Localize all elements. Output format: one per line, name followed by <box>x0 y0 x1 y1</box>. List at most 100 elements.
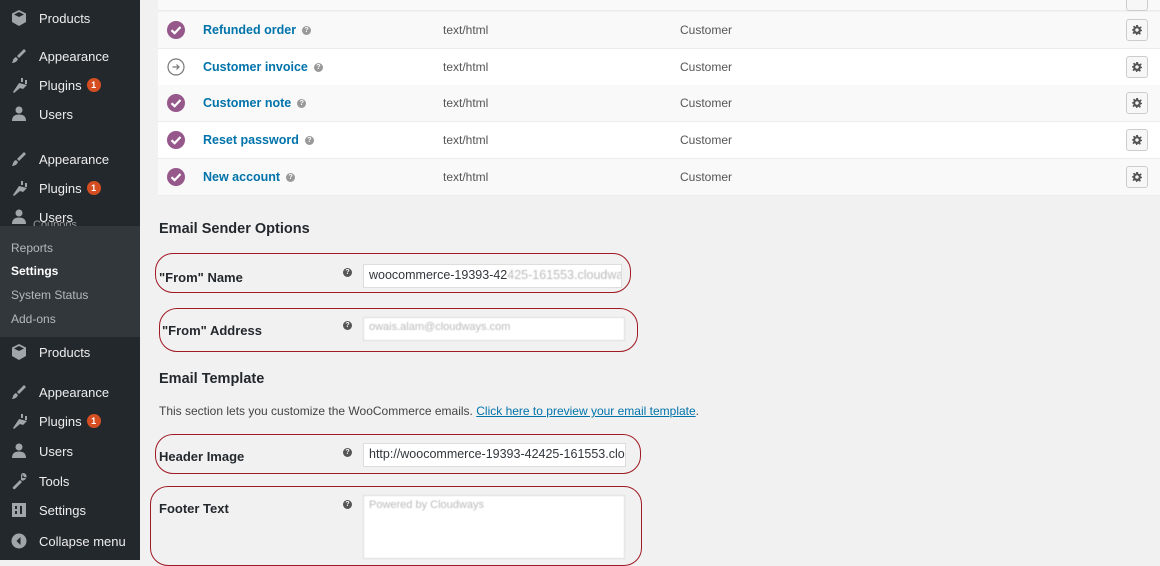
email-row: Customer invoice? text/html Customer <box>158 49 1160 86</box>
email-template-heading: Email Template <box>159 371 265 387</box>
collapse-icon <box>9 531 29 551</box>
from-name-value: woocommerce-19393-42 <box>369 268 508 282</box>
email-name-text: Reset password <box>203 133 299 147</box>
email-name-link[interactable]: Refunded order? <box>203 23 312 37</box>
sidebar-item-label: Appearance <box>39 151 110 167</box>
users-icon <box>9 104 29 124</box>
appearance-icon <box>9 46 29 66</box>
settings-content: Refunded order? text/html Customer Customer… <box>140 0 1160 566</box>
enabled-check-icon <box>167 131 185 149</box>
email-row: New account? text/html Customer <box>158 159 1160 196</box>
sidebar-item-settings[interactable]: Settings <box>0 495 140 525</box>
content-type-cell: text/html <box>443 60 489 74</box>
manage-button[interactable] <box>1126 19 1148 41</box>
sidebar-item-label: Tools <box>39 473 70 489</box>
email-name-link[interactable]: Customer note? <box>203 96 307 110</box>
sidebar-item-tools[interactable]: Tools <box>0 466 140 496</box>
manage-button[interactable] <box>1126 166 1148 188</box>
sidebar-item-label: Appearance <box>39 384 110 400</box>
sidebar-item-appearance[interactable]: Appearance <box>0 377 140 407</box>
recipient-cell: Customer <box>680 133 733 147</box>
users-icon <box>9 207 29 227</box>
sidebar-item-products[interactable]: Products <box>0 337 140 367</box>
recipient-cell: Customer <box>680 96 733 110</box>
sidebar-item-label: Products <box>39 344 91 360</box>
sidebar-item-label: Settings <box>39 502 86 518</box>
recipient-cell: Customer <box>680 170 733 184</box>
users-icon <box>9 441 29 461</box>
help-tip-icon: ? <box>286 173 296 183</box>
sidebar-item-label: Collapse menu <box>39 533 126 549</box>
sidebar-item-label: Users <box>39 443 73 459</box>
sidebar-item-label: Products <box>39 10 91 26</box>
tools-icon <box>9 471 29 491</box>
template-description-period: . <box>695 404 700 418</box>
email-name-link[interactable]: Reset password? <box>203 133 314 147</box>
appearance-icon <box>9 149 29 169</box>
help-tip-icon: ? <box>343 321 352 330</box>
admin-sidebar: Products Appearance Plugins 1 Users Appearanc… <box>0 0 140 560</box>
email-row: Reset password? text/html Customer <box>158 122 1160 159</box>
enabled-check-icon <box>167 168 185 186</box>
gear-icon <box>1132 25 1142 35</box>
content-type-cell: text/html <box>443 96 489 110</box>
email-name-link[interactable]: New account? <box>203 170 296 184</box>
help-tip-icon: ? <box>343 500 352 509</box>
sidebar-item-label: Users <box>39 106 73 122</box>
email-row-partial <box>158 0 1160 11</box>
email-name-text: Customer invoice <box>203 60 308 74</box>
sidebar-item-appearance[interactable]: Appearance <box>0 41 140 71</box>
sidebar-item-users[interactable]: Users <box>0 99 140 129</box>
email-row: Customer note? text/html Customer <box>158 85 1160 122</box>
plugins-icon <box>9 75 29 95</box>
help-tip-icon: ? <box>304 136 314 146</box>
preview-template-link[interactable]: Click here to preview your email templat… <box>476 404 695 418</box>
sidebar-item-collapse-menu[interactable]: Collapse menu <box>0 526 140 556</box>
submenu-item-add-ons[interactable]: Add-ons <box>11 312 56 326</box>
template-description: This section lets you customize the WooC… <box>159 404 699 418</box>
manage-button[interactable] <box>1126 129 1148 151</box>
manage-button[interactable] <box>1126 56 1148 78</box>
sidebar-item-users[interactable]: Users <box>0 436 140 466</box>
sidebar-item-label: Plugins <box>39 413 82 429</box>
email-name-link[interactable]: Customer invoice? <box>203 60 323 74</box>
from-name-label: "From" Name <box>159 270 243 285</box>
gear-icon <box>1132 98 1142 108</box>
sidebar-item-plugins[interactable]: Plugins 1 <box>0 173 140 203</box>
enabled-check-icon <box>167 21 185 39</box>
email-row: Refunded order? text/html Customer <box>158 12 1160 49</box>
footer-text-label: Footer Text <box>159 501 229 516</box>
appearance-icon <box>9 382 29 402</box>
header-image-label: Header Image <box>159 449 245 464</box>
settings-submenu: Reports Settings System Status Add-ons <box>0 226 140 337</box>
gear-icon <box>1132 172 1142 182</box>
content-type-cell: text/html <box>443 23 489 37</box>
from-address-label: "From" Address <box>162 323 262 338</box>
content-type-cell: text/html <box>443 170 489 184</box>
help-tip-icon: ? <box>302 26 312 36</box>
update-count-badge: 1 <box>86 78 101 92</box>
recipient-cell: Customer <box>680 23 733 37</box>
help-tip-icon: ? <box>313 63 323 73</box>
gear-icon <box>1132 135 1142 145</box>
sidebar-item-appearance[interactable]: Appearance <box>0 144 140 174</box>
footer-text-textarea[interactable]: Powered by Cloudways <box>363 495 625 559</box>
email-name-text: Customer note <box>203 96 292 110</box>
help-tip-icon: ? <box>297 99 307 109</box>
sidebar-item-plugins[interactable]: Plugins 1 <box>0 406 140 436</box>
update-count-badge: 1 <box>86 181 101 195</box>
submenu-item-system-status[interactable]: System Status <box>11 288 88 302</box>
update-count-badge: 1 <box>86 414 101 428</box>
submenu-item-settings[interactable]: Settings <box>11 264 58 278</box>
manage-button[interactable] <box>1126 0 1148 11</box>
header-image-input[interactable]: http://woocommerce-19393-42425-161553.cl… <box>363 443 626 467</box>
manage-button[interactable] <box>1126 92 1148 114</box>
from-name-input[interactable]: woocommerce-19393-42425-161553.cloudways <box>363 264 622 288</box>
settings-icon <box>9 500 29 520</box>
enabled-check-icon <box>167 94 185 112</box>
from-address-input[interactable]: owais.alam@cloudways.com <box>363 317 625 341</box>
sidebar-item-products[interactable]: Products <box>0 3 140 33</box>
sidebar-item-label: Plugins <box>39 180 82 196</box>
submenu-item-reports[interactable]: Reports <box>11 241 53 255</box>
sidebar-item-plugins[interactable]: Plugins 1 <box>0 70 140 100</box>
